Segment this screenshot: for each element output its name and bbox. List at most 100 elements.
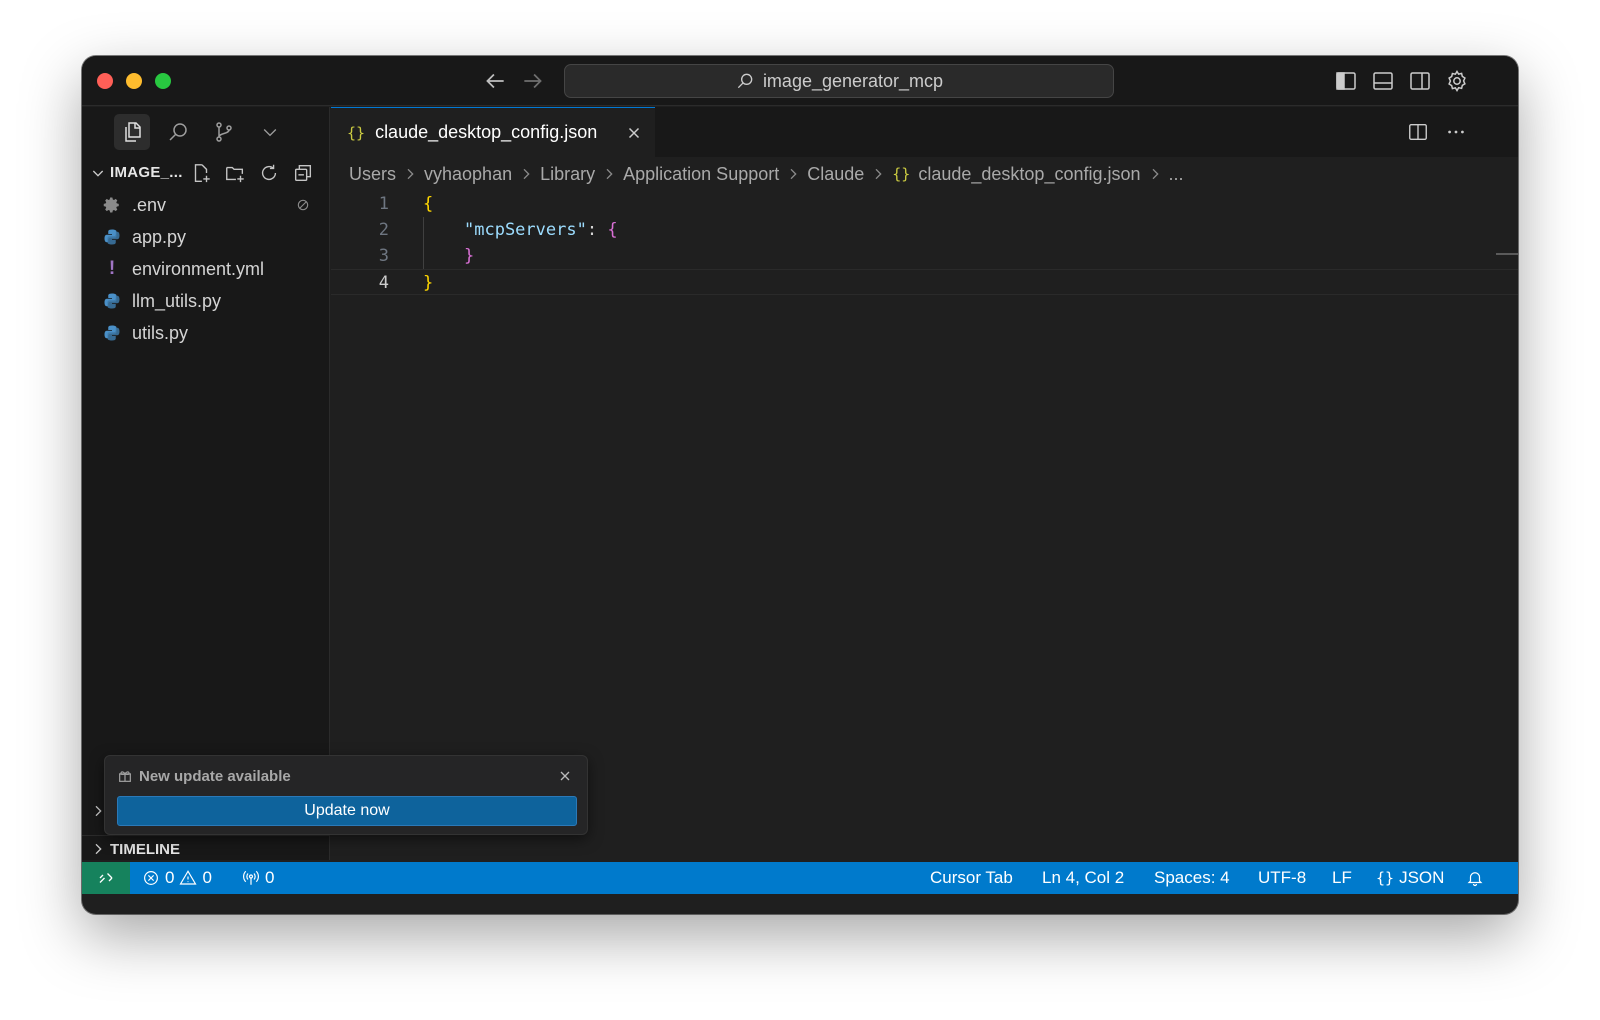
- gear-icon: [102, 195, 122, 215]
- code-text: "mcpServers": {: [464, 217, 618, 243]
- new-file-icon[interactable]: [190, 162, 212, 184]
- notifications-indicator[interactable]: [1466, 862, 1484, 894]
- code-line[interactable]: 1 {: [331, 191, 1518, 217]
- zoom-window-button[interactable]: [155, 73, 171, 89]
- chevron-right-icon: [790, 168, 797, 180]
- update-notification: New update available Update now: [104, 755, 588, 835]
- cursor-tab-indicator[interactable]: Cursor Tab: [930, 862, 1013, 894]
- line-number: 2: [378, 220, 389, 240]
- search-icon: [169, 123, 187, 141]
- ports-count: 0: [265, 868, 275, 887]
- breadcrumb-item[interactable]: Claude: [807, 164, 864, 185]
- code-text: {: [423, 194, 434, 214]
- search-icon: [737, 73, 753, 89]
- python-icon: [102, 291, 122, 311]
- breadcrumb-item[interactable]: Library: [540, 164, 595, 185]
- breadcrumb-item[interactable]: Application Support: [623, 164, 779, 185]
- refresh-icon[interactable]: [258, 162, 280, 184]
- warning-count: 0: [202, 868, 212, 887]
- close-icon[interactable]: [625, 124, 643, 142]
- chevron-down-icon[interactable]: [90, 165, 106, 181]
- python-icon: [102, 227, 122, 247]
- bell-icon: [1467, 872, 1483, 887]
- remote-indicator[interactable]: [82, 862, 130, 894]
- primary-sidebar: IMAGE_... .env app.py ! environment.yml …: [82, 107, 330, 860]
- command-center[interactable]: image_generator_mcp: [564, 64, 1114, 98]
- toggle-panel-icon[interactable]: [1371, 69, 1395, 93]
- chevron-right-icon: [407, 168, 414, 180]
- file-name: .env: [132, 194, 167, 215]
- tab-search[interactable]: [160, 114, 196, 150]
- tab-label: claude_desktop_config.json: [375, 122, 598, 142]
- python-icon: [102, 323, 122, 343]
- command-center-label: image_generator_mcp: [762, 70, 944, 91]
- cursor-tab-label: Cursor Tab: [930, 868, 1013, 887]
- language-mode[interactable]: {} JSON: [1376, 862, 1444, 894]
- file-name: app.py: [132, 226, 187, 247]
- problems-indicator[interactable]: 0 0: [142, 862, 212, 894]
- chevron-right-icon: [606, 168, 613, 180]
- breadcrumb-item[interactable]: ...: [1169, 164, 1184, 185]
- breadcrumb-item[interactable]: Users: [349, 164, 396, 185]
- remote-icon: [99, 873, 113, 883]
- breadcrumb-item[interactable]: claude_desktop_config.json: [918, 164, 1140, 185]
- file-item-app-py[interactable]: app.py: [82, 221, 330, 253]
- chevron-right-icon: [875, 168, 882, 180]
- code-text: }: [464, 246, 475, 266]
- forward-arrow-icon[interactable]: [520, 68, 546, 94]
- minimap-slider[interactable]: [1496, 253, 1518, 255]
- encoding-indicator[interactable]: UTF-8: [1258, 862, 1306, 894]
- file-tree: .env app.py ! environment.yml llm_utils.…: [82, 189, 330, 349]
- more-actions-icon[interactable]: [1445, 121, 1467, 143]
- explorer-header[interactable]: IMAGE_...: [82, 157, 330, 189]
- tab-claude-desktop-config[interactable]: {} claude_desktop_config.json: [331, 107, 655, 157]
- cursor-position[interactable]: Ln 4, Col 2: [1042, 862, 1124, 894]
- collapse-all-icon[interactable]: [292, 162, 314, 184]
- chevron-down-icon: [263, 129, 277, 137]
- chevron-right-icon: [1152, 168, 1159, 180]
- file-item-llm-utils-py[interactable]: llm_utils.py: [82, 285, 330, 317]
- code-line[interactable]: 2 "mcpServers": {: [331, 217, 1518, 243]
- file-name: llm_utils.py: [132, 290, 222, 311]
- activity-tabs: [82, 107, 330, 157]
- tab-explorer[interactable]: [114, 114, 150, 150]
- line-number: 1: [378, 194, 389, 214]
- eol-indicator[interactable]: LF: [1332, 862, 1352, 894]
- split-editor-icon[interactable]: [1407, 121, 1429, 143]
- tab-source-control[interactable]: [206, 114, 242, 150]
- file-name: utils.py: [132, 322, 189, 343]
- close-window-button[interactable]: [97, 73, 113, 89]
- toggle-primary-sidebar-icon[interactable]: [1334, 69, 1358, 93]
- file-item-utils-py[interactable]: utils.py: [82, 317, 330, 349]
- back-arrow-icon[interactable]: [482, 68, 508, 94]
- ports-indicator[interactable]: 0: [242, 862, 274, 894]
- file-item-environment-yml[interactable]: ! environment.yml: [82, 253, 330, 285]
- code-line[interactable]: 3 }: [331, 243, 1518, 269]
- breadcrumb-item[interactable]: vyhaophan: [424, 164, 512, 185]
- timeline-section-header[interactable]: TIMELINE: [82, 835, 330, 861]
- code-line-current[interactable]: 4 }: [331, 269, 1518, 295]
- file-item-env[interactable]: .env: [82, 189, 330, 221]
- error-count: 0: [165, 868, 175, 887]
- line-number: 3: [378, 246, 389, 266]
- close-icon[interactable]: [557, 768, 573, 784]
- update-now-button[interactable]: Update now: [117, 796, 577, 826]
- ignored-icon: [297, 199, 309, 211]
- json-key: "mcpServers": [464, 220, 587, 240]
- indentation-label: Spaces: 4: [1154, 868, 1230, 887]
- new-folder-icon[interactable]: [224, 162, 246, 184]
- toggle-secondary-sidebar-icon[interactable]: [1408, 69, 1432, 93]
- minimize-window-button[interactable]: [126, 73, 142, 89]
- cursor-position-label: Ln 4, Col 2: [1042, 868, 1125, 887]
- editor-tabs-bar: {} claude_desktop_config.json: [331, 107, 1518, 157]
- explorer-title: IMAGE_...: [110, 164, 183, 181]
- files-icon: [125, 122, 141, 142]
- code-editor[interactable]: 1 { 2 "mcpServers": { 3 } 4 }: [331, 191, 1518, 295]
- encoding-label: UTF-8: [1258, 868, 1307, 887]
- breadcrumb: Users vyhaophan Library Application Supp…: [349, 157, 1184, 191]
- tab-more[interactable]: [252, 114, 288, 150]
- line-number: 4: [378, 273, 389, 293]
- gear-icon[interactable]: [1445, 69, 1469, 93]
- file-name: environment.yml: [132, 258, 265, 279]
- indentation-indicator[interactable]: Spaces: 4: [1154, 862, 1230, 894]
